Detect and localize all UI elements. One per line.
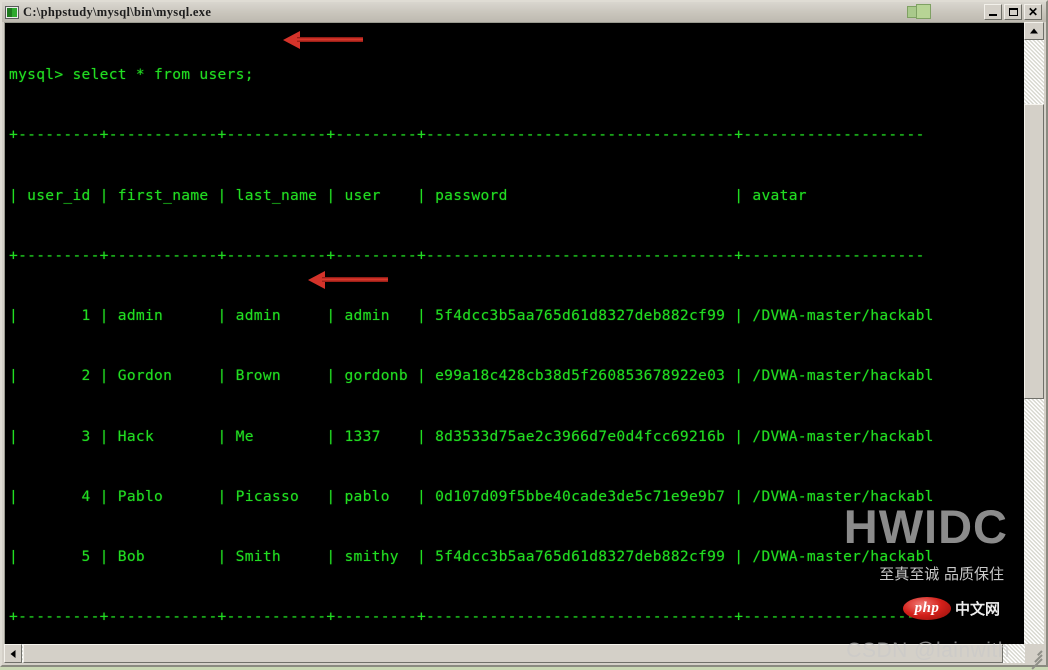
window-titlebar[interactable]: C:\phpstudy\mysql\bin\mysql.exe ✕ [2,2,1046,22]
terminal-line: mysql> select * from users; [9,66,254,84]
minimize-button[interactable] [984,4,1002,20]
terminal-line: | 4 | Pablo | Picasso | pablo | 0d107d09… [9,487,934,505]
chevron-left-icon [10,649,16,658]
terminal-line: | 1 | admin | admin | admin | 5f4dcc3b5a… [9,307,934,325]
close-button[interactable]: ✕ [1024,4,1042,20]
screenshot-root: C:\phpstudy\mysql\bin\mysql.exe ✕ mysql>… [0,0,1048,670]
maximize-button[interactable] [1004,4,1022,20]
scroll-left-button[interactable] [4,644,22,663]
terminal-line: +---------+------------+-----------+----… [9,126,925,144]
terminal-line: | 5 | Bob | Smith | smithy | 5f4dcc3b5aa… [9,548,934,566]
window-controls: ✕ [984,4,1044,20]
chevron-up-icon [1030,28,1038,34]
resize-grip[interactable] [1025,644,1044,670]
horizontal-scrollbar-thumb[interactable] [23,644,1003,663]
console-window: C:\phpstudy\mysql\bin\mysql.exe ✕ mysql>… [0,0,1048,670]
maximize-icon [1009,8,1018,16]
php-cn-label: 中文网 [954,600,1000,618]
terminal-output: mysql> select * from users; +---------+-… [5,23,934,646]
terminal-client-area[interactable]: mysql> select * from users; +---------+-… [4,22,1026,646]
vertical-scrollbar[interactable] [1024,22,1044,646]
phpstudy-badge-icon [907,4,933,21]
scroll-up-button[interactable] [1024,22,1044,40]
window-title: C:\phpstudy\mysql\bin\mysql.exe [23,4,212,19]
vertical-scrollbar-thumb[interactable] [1024,104,1044,399]
terminal-line: +---------+------------+-----------+----… [9,246,925,264]
minimize-icon [989,14,997,16]
horizontal-scrollbar[interactable] [4,644,1026,663]
console-icon [5,5,19,19]
terminal-line: | user_id | first_name | last_name | use… [9,186,925,204]
terminal-line: +---------+------------+-----------+----… [9,608,925,626]
terminal-line: | 2 | Gordon | Brown | gordonb | e99a18c… [9,367,934,385]
close-icon: ✕ [1027,5,1039,19]
terminal-line: | 3 | Hack | Me | 1337 | 8d3533d75ae2c39… [9,427,934,445]
badge-square-front [916,4,931,19]
